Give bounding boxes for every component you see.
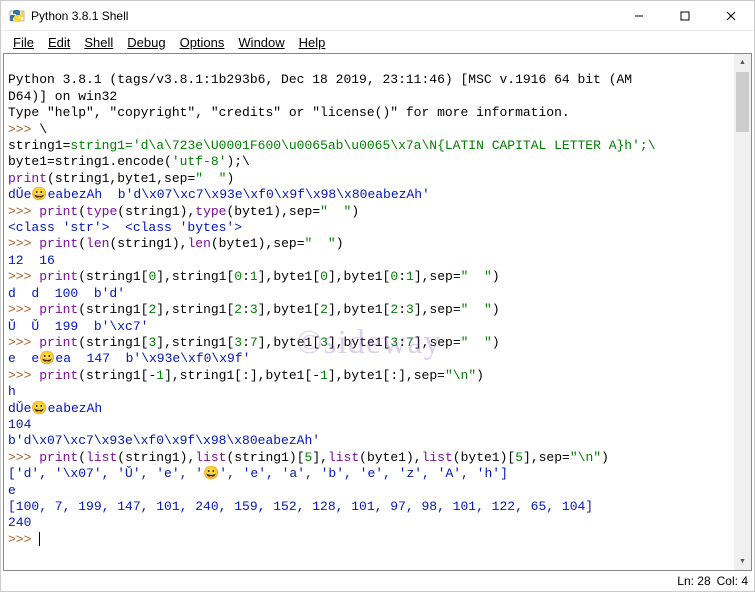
banner: D64)] on win32 (8, 89, 117, 104)
output: Ǔ Ǔ 199 b'\xc7' (8, 319, 148, 334)
menu-debug[interactable]: Debug (121, 33, 171, 52)
close-button[interactable] (708, 1, 754, 31)
window-title: Python 3.8.1 Shell (31, 9, 128, 23)
output: dǓe😀eabezAh b'd\x07\xc7\x93e\xf0\x9f\x98… (8, 187, 430, 202)
scroll-thumb[interactable] (736, 72, 749, 132)
menu-help[interactable]: Help (293, 33, 332, 52)
prompt: >>> (8, 302, 39, 317)
menu-shell[interactable]: Shell (78, 33, 119, 52)
text-cursor (39, 532, 40, 546)
maximize-button[interactable] (662, 1, 708, 31)
prompt: >>> (8, 368, 39, 383)
statusbar: Ln: 28 Col: 4 (1, 571, 754, 591)
output: h (8, 384, 16, 399)
menu-file[interactable]: File (7, 33, 40, 52)
code-line: byte1=string1.encode( (8, 154, 172, 169)
editor-area: ©sidewayPython 3.8.1 (tags/v3.8.1:1b293b… (3, 53, 752, 571)
minimize-button[interactable] (616, 1, 662, 31)
output: ['d', '\x07', 'Ǔ', 'e', '😀', 'e', 'a', '… (8, 466, 508, 481)
prompt: >>> (8, 236, 39, 251)
output: 12 16 (8, 253, 55, 268)
shell-text[interactable]: ©sidewayPython 3.8.1 (tags/v3.8.1:1b293b… (4, 54, 734, 570)
output: <class 'str'> <class 'bytes'> (8, 220, 242, 235)
output: e e😀ea 147 b'\x93e\xf0\x9f' (8, 351, 250, 366)
code-line: string1= (8, 138, 70, 153)
output: dǓe😀eabezAh (8, 401, 102, 416)
output: d d 100 b'd' (8, 286, 125, 301)
menu-window[interactable]: Window (232, 33, 290, 52)
output: e (8, 483, 16, 498)
menu-edit[interactable]: Edit (42, 33, 76, 52)
prompt: >>> (8, 450, 39, 465)
prompt: >>> (8, 204, 39, 219)
banner: Python 3.8.1 (tags/v3.8.1:1b293b6, Dec 1… (8, 72, 632, 87)
output: b'd\x07\xc7\x93e\xf0\x9f\x98\x80eabezAh' (8, 433, 320, 448)
status-line: Ln: 28 (677, 574, 710, 588)
titlebar: Python 3.8.1 Shell (1, 1, 754, 31)
banner: Type "help", "copyright", "credits" or "… (8, 105, 570, 120)
menubar: File Edit Shell Debug Options Window Hel… (1, 31, 754, 53)
python-idle-icon (9, 8, 25, 24)
output: 104 (8, 417, 31, 432)
prompt: >>> (8, 269, 39, 284)
prompt: >>> (8, 335, 39, 350)
output: 240 (8, 515, 31, 530)
scroll-up-icon[interactable]: ▲ (734, 54, 751, 71)
output: [100, 7, 199, 147, 101, 240, 159, 152, 1… (8, 499, 593, 514)
menu-options[interactable]: Options (174, 33, 231, 52)
scroll-down-icon[interactable]: ▼ (734, 553, 751, 570)
status-col: Col: 4 (717, 574, 748, 588)
prompt: >>> (8, 122, 39, 137)
vertical-scrollbar[interactable]: ▲ ▼ (734, 54, 751, 570)
prompt: >>> (8, 532, 39, 547)
